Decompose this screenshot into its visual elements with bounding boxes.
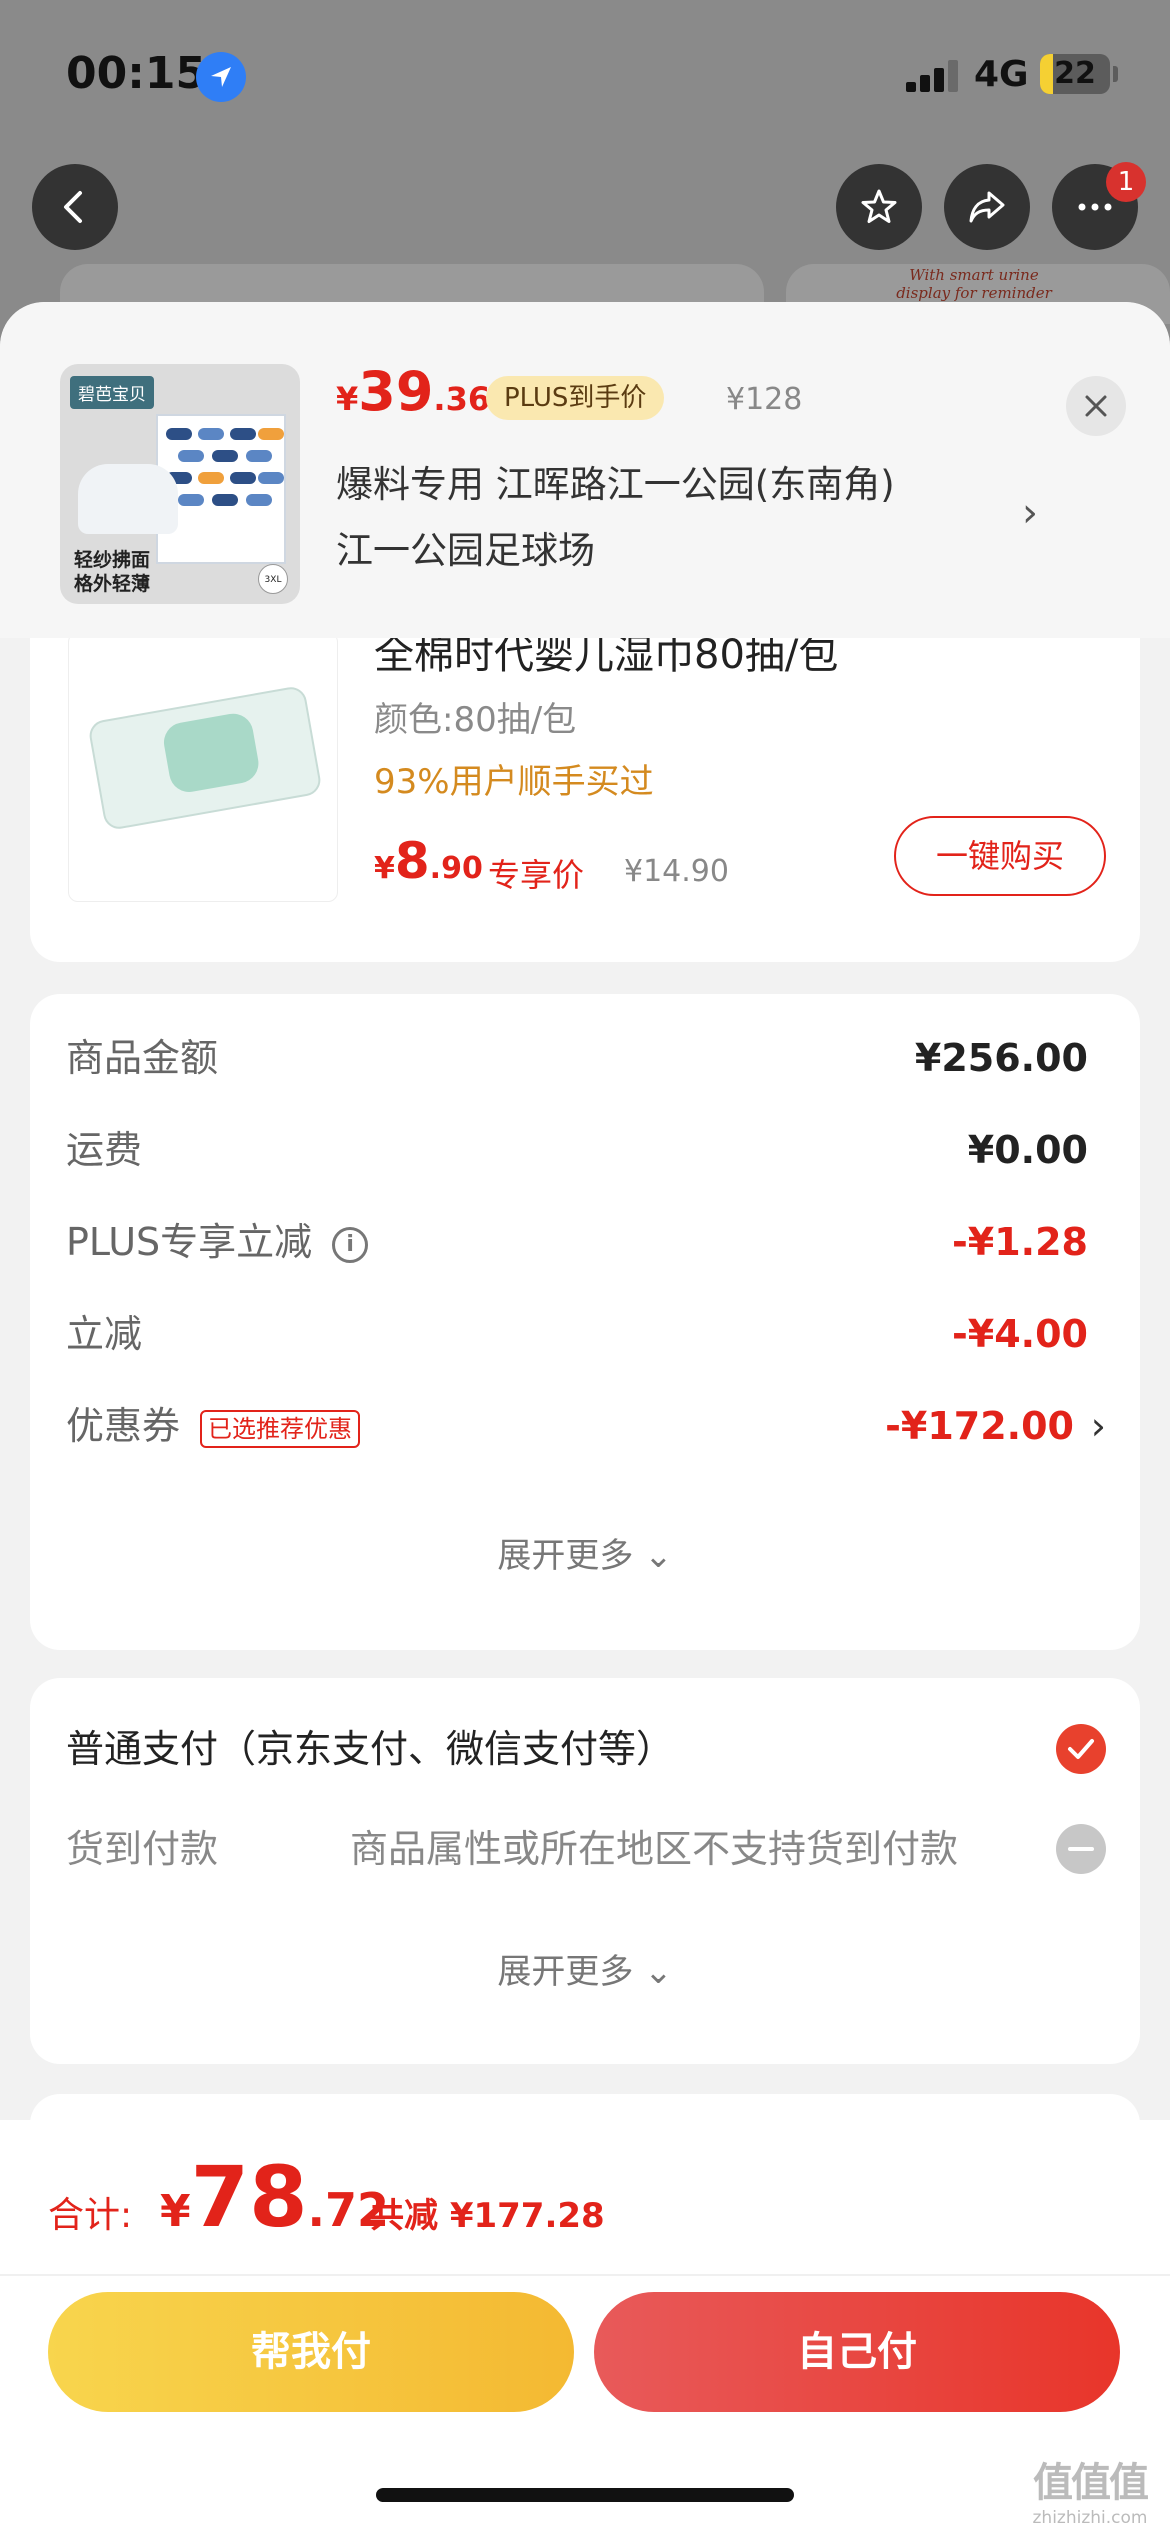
payment-cod-note: 商品属性或所在地区不支持货到付款 <box>350 1827 959 1871</box>
upsell-exclusive-label: 专享价 <box>488 856 585 894</box>
status-bar: 00:15 4G 22 <box>0 0 1170 150</box>
sheet-header: 碧芭宝贝 轻纱拂面 格外轻薄 3XL ¥39.36 PLUS到手价 ¥128 爆… <box>0 302 1170 638</box>
summary-row-goods-amount: 商品金额 ¥256.00 <box>66 1036 1088 1080</box>
delivery-address[interactable]: 爆料专用 江晖路江一公园(东南角) 江一公园足球场 <box>336 452 1026 584</box>
status-time: 00:15 <box>66 48 207 99</box>
battery-level: 22 <box>1054 56 1096 91</box>
close-button[interactable] <box>1066 376 1126 436</box>
chevron-right-icon[interactable]: › <box>1022 490 1038 536</box>
battery-tip <box>1113 66 1118 82</box>
payment-expand-more[interactable]: 展开更多 ⌄ <box>30 1944 1140 1993</box>
upsell-bought-rate: 93%用户顺手买过 <box>374 762 654 802</box>
disabled-icon <box>1056 1824 1106 1874</box>
product-size-badge: 3XL <box>258 564 288 594</box>
chevron-down-icon: ⌄ <box>644 1536 673 1576</box>
chevron-right-icon[interactable]: › <box>1091 1396 1106 1456</box>
notification-badge: 1 <box>1106 162 1146 202</box>
self-pay-button[interactable]: 自己付 <box>594 2292 1120 2412</box>
upsell-spec: 颜色:80抽/包 <box>374 700 577 740</box>
network-type: 4G <box>974 54 1029 95</box>
product-caption: 轻纱拂面 格外轻薄 <box>74 549 151 595</box>
share-button[interactable] <box>944 164 1030 250</box>
price-summary-card: 商品金额 ¥256.00 运费 ¥0.00 PLUS专享立减 i -¥1.28 立… <box>30 994 1140 1650</box>
help-pay-button[interactable]: 帮我付 <box>48 2292 574 2412</box>
summary-row-coupon[interactable]: 优惠券 已选推荐优惠 -¥172.00 › <box>66 1396 1106 1456</box>
payment-normal-label: 普通支付（京东支付、微信支付等） <box>66 1727 675 1771</box>
checkout-footer: 合计: ¥78.72 共减 ¥177.28 帮我付 自己付 值值值 zhizhi… <box>0 2120 1170 2532</box>
payment-cod-label: 货到付款 <box>66 1827 219 1871</box>
location-arrow-icon <box>196 52 246 102</box>
chevron-down-icon: ⌄ <box>644 1952 673 1992</box>
summary-row-plus-discount: PLUS专享立减 i -¥1.28 <box>66 1220 1088 1264</box>
product-thumbnail[interactable]: 碧芭宝贝 轻纱拂面 格外轻薄 3XL <box>60 364 300 604</box>
home-indicator[interactable] <box>376 2488 794 2502</box>
summary-row-instant-discount: 立减 -¥4.00 <box>66 1312 1088 1356</box>
total-label: 合计: <box>48 2195 133 2236</box>
total-saved: 共减 ¥177.28 <box>370 2196 605 2236</box>
footer-divider <box>0 2274 1170 2276</box>
favorite-button[interactable] <box>836 164 922 250</box>
upsell-price: ¥8.90 <box>374 832 483 890</box>
product-brand-logo: 碧芭宝贝 <box>70 376 154 409</box>
original-price: ¥128 <box>726 382 803 417</box>
product-price: ¥39.36 <box>336 360 491 423</box>
summary-row-shipping: 运费 ¥0.00 <box>66 1128 1088 1172</box>
total-price: ¥78.72 <box>160 2148 390 2246</box>
cellular-signal-icon <box>906 60 960 92</box>
payment-method-card: 普通支付（京东支付、微信支付等） 货到付款 商品属性或所在地区不支持货到付款 展… <box>30 1678 1140 2064</box>
upsell-original-price: ¥14.90 <box>624 854 729 889</box>
battery-icon: 22 <box>1040 54 1110 94</box>
background-card-text: With smart urine display for reminder <box>896 266 1052 302</box>
plus-price-tag: PLUS到手价 <box>486 376 665 420</box>
info-icon[interactable]: i <box>332 1226 369 1263</box>
checked-icon[interactable] <box>1056 1724 1106 1774</box>
wipes-pack-image <box>87 684 323 832</box>
back-button[interactable] <box>32 164 118 250</box>
wipes-product-image[interactable] <box>68 632 338 902</box>
diaper-image <box>78 464 178 534</box>
coupon-recommended-tag: 已选推荐优惠 <box>200 1409 361 1448</box>
one-click-buy-button[interactable]: 一键购买 <box>894 816 1106 896</box>
upsell-card: 全棉时代婴儿湿巾80抽/包 颜色:80抽/包 93%用户顺手买过 ¥8.90 专… <box>30 632 1140 962</box>
summary-expand-more[interactable]: 展开更多 ⌄ <box>30 1528 1140 1577</box>
payment-option-normal[interactable]: 普通支付（京东支付、微信支付等） <box>66 1714 1106 1784</box>
watermark: 值值值 zhizhizhi.com <box>1032 2460 1150 2528</box>
payment-option-cod: 货到付款 商品属性或所在地区不支持货到付款 <box>66 1814 1106 1884</box>
